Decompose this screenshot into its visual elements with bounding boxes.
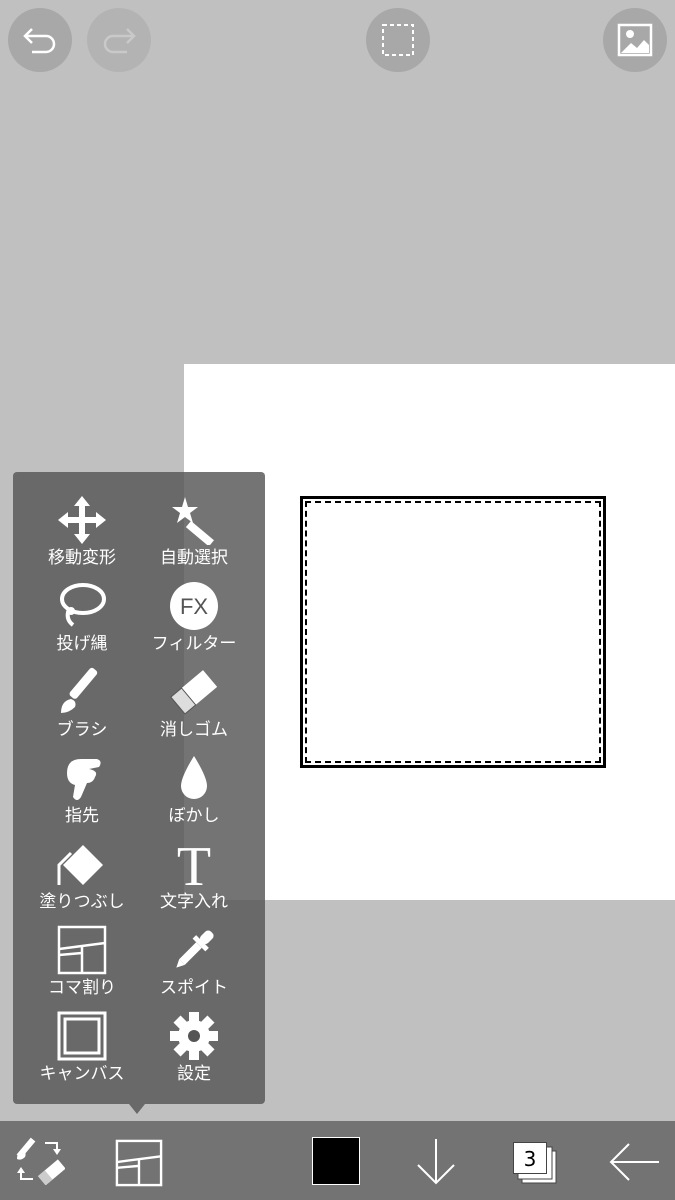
tool-label: 消しゴム xyxy=(160,720,228,740)
tool-label: 投げ縄 xyxy=(56,634,108,654)
tool-canvas[interactable]: キャンバス xyxy=(19,1008,145,1094)
image-gallery-icon xyxy=(617,23,653,57)
tool-label: 自動選択 xyxy=(160,548,228,568)
tool-brush[interactable]: ブラシ xyxy=(19,664,145,750)
tool-blur[interactable]: ぼかし xyxy=(131,750,257,836)
selection-marquee xyxy=(305,501,601,763)
redo-arrow-icon xyxy=(103,28,136,54)
move-arrows-icon xyxy=(58,496,106,544)
fill-bucket-icon xyxy=(57,845,103,885)
tool-label: 移動変形 xyxy=(48,548,116,568)
tool-magic-wand[interactable]: 自動選択 xyxy=(131,492,257,578)
tool-lasso[interactable]: 投げ縄 xyxy=(19,578,145,664)
eyedropper-icon xyxy=(176,930,214,968)
gear-icon xyxy=(170,1012,218,1060)
download-button[interactable] xyxy=(412,1136,460,1188)
tool-label: コマ割り xyxy=(48,978,116,998)
comic-panel-frame[interactable] xyxy=(300,496,606,768)
text-glyph: T xyxy=(177,839,211,889)
finger-icon xyxy=(67,759,101,800)
redo-button[interactable] xyxy=(87,8,151,72)
color-swatch[interactable] xyxy=(312,1137,360,1185)
tool-finger[interactable]: 指先 xyxy=(19,750,145,836)
drop-icon xyxy=(181,756,207,799)
tool-label: 文字入れ xyxy=(160,892,228,912)
panel-layout-icon xyxy=(57,925,107,975)
fx-glyph: FX xyxy=(180,594,208,619)
tool-label: スポイト xyxy=(160,978,228,998)
down-arrow-icon xyxy=(417,1139,455,1185)
tool-label: 指先 xyxy=(65,806,99,826)
tool-label: 塗りつぶし xyxy=(39,892,125,912)
tool-eraser[interactable]: 消しゴム xyxy=(131,664,257,750)
selection-button[interactable] xyxy=(366,8,430,72)
magic-wand-icon xyxy=(172,497,214,545)
tool-label: 設定 xyxy=(177,1064,211,1084)
tool-label: ぼかし xyxy=(168,806,220,826)
brush-icon xyxy=(61,667,98,713)
gallery-button[interactable] xyxy=(603,8,667,72)
tool-menu-pointer xyxy=(129,1104,145,1114)
tool-text[interactable]: T 文字入れ xyxy=(131,836,257,922)
dashed-selection-icon xyxy=(382,24,414,56)
tool-label: フィルター xyxy=(151,634,237,654)
panel-layout-button[interactable] xyxy=(114,1138,164,1188)
undo-arrow-icon xyxy=(23,28,56,54)
tool-fill[interactable]: 塗りつぶし xyxy=(19,836,145,922)
eraser-icon xyxy=(170,670,218,715)
lasso-icon xyxy=(60,583,106,627)
tool-label: キャンバス xyxy=(39,1064,125,1084)
tool-menu: 移動変形 自動選択 投げ縄 FX フィルター ブラシ 消しゴム 指先 ぼかし 塗… xyxy=(13,472,265,1104)
panel-layout-icon xyxy=(115,1139,163,1187)
tool-filter[interactable]: FX フィルター xyxy=(131,578,257,664)
layer-count: 3 xyxy=(513,1142,547,1174)
back-button[interactable] xyxy=(608,1140,662,1184)
tool-switch-button[interactable] xyxy=(14,1136,66,1186)
fx-icon: FX xyxy=(170,582,218,630)
tool-eyedropper[interactable]: スポイト xyxy=(131,922,257,1008)
tool-move-transform[interactable]: 移動変形 xyxy=(19,492,145,578)
canvas-icon xyxy=(57,1011,107,1061)
tool-settings[interactable]: 設定 xyxy=(131,1008,257,1094)
tool-panel-split[interactable]: コマ割り xyxy=(19,922,145,1008)
back-arrow-icon xyxy=(609,1143,659,1181)
brush-eraser-switch-icon xyxy=(16,1137,65,1185)
undo-button[interactable] xyxy=(8,8,72,72)
text-icon: T xyxy=(177,839,211,889)
tool-label: ブラシ xyxy=(56,720,108,740)
